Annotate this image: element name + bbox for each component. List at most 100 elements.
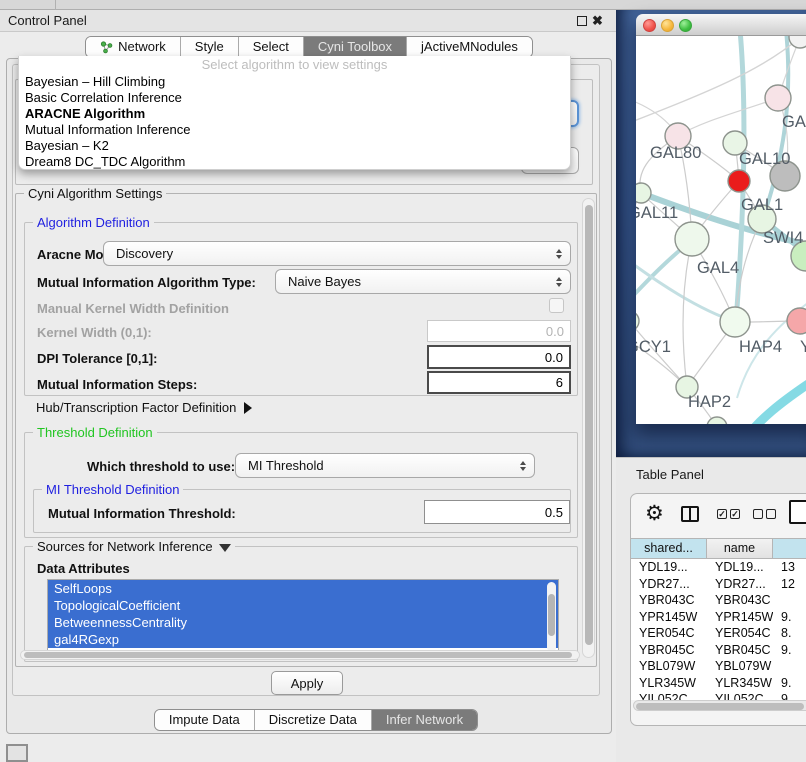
table-cell[interactable]: YER054C (631, 625, 707, 642)
close-window-icon[interactable] (643, 19, 656, 32)
hub-definition-toggle[interactable]: Hub/Transcription Factor Definition (36, 400, 252, 415)
tab-jactivemnodules-label: jActiveMNodules (421, 37, 518, 57)
column-selector-icon[interactable] (681, 506, 699, 522)
table-cell[interactable]: YIL052C (707, 691, 773, 700)
table-cell[interactable]: YBL079W (631, 658, 707, 675)
settings-vertical-scrollbar[interactable] (582, 198, 595, 658)
table-cell[interactable]: YBR043C (707, 592, 773, 609)
table-cell[interactable]: YPR145W (631, 609, 707, 626)
settings-horizontal-scrollbar[interactable] (20, 650, 580, 660)
table-cell[interactable]: YLR345W (631, 675, 707, 692)
tab-cyni-toolbox[interactable]: Cyni Toolbox (304, 37, 407, 57)
which-threshold-combobox[interactable]: MI Threshold (235, 453, 535, 478)
table-cell[interactable]: YDL19... (631, 559, 707, 576)
network-node[interactable] (728, 170, 750, 192)
table-cell[interactable]: YER054C (707, 625, 773, 642)
zoom-window-icon[interactable] (679, 19, 692, 32)
bottom-tab-discretize-data[interactable]: Discretize Data (255, 710, 372, 730)
bottom-tab-impute-data[interactable]: Impute Data (155, 710, 255, 730)
threshold-definition-group: Threshold Definition Which threshold to … (24, 432, 578, 538)
table-cell[interactable]: YDR27... (631, 576, 707, 593)
deselect-all-icon[interactable] (753, 509, 776, 519)
select-all-icon[interactable]: ✓✓ (717, 509, 740, 519)
attribute-item-topologicalcoefficient[interactable]: TopologicalCoefficient (48, 597, 558, 614)
manual-kernel-width-label: Manual Kernel Width Definition (37, 301, 229, 316)
panel-grip-button[interactable] (6, 744, 28, 762)
dropdown-item-aracne-algorithm[interactable]: ARACNE Algorithm (19, 106, 570, 122)
tab-style[interactable]: Style (181, 37, 239, 57)
aracne-mode-combobox[interactable]: Discovery (103, 241, 571, 266)
network-node-gal11[interactable] (636, 183, 651, 203)
network-node-gal[interactable] (765, 85, 791, 111)
close-panel-icon[interactable]: ✖ (592, 13, 603, 29)
table-cell[interactable]: 9 (773, 691, 806, 700)
network-node[interactable] (707, 417, 727, 424)
tab-network[interactable]: Network (86, 37, 181, 57)
table-cell[interactable]: 9. (773, 675, 806, 692)
column-header-name[interactable]: name (707, 538, 773, 559)
tab-select[interactable]: Select (239, 37, 304, 57)
table-settings-gear-icon[interactable]: ⚙ (645, 502, 664, 526)
network-node-y[interactable] (787, 308, 806, 334)
dpi-tolerance-label: DPI Tolerance [0,1]: (37, 351, 157, 366)
table-row: YPR145WYPR145W9. (631, 609, 806, 626)
table-cell[interactable]: YDR27... (707, 576, 773, 593)
dropdown-item-bayesian-hill-climbing[interactable]: Bayesian – Hill Climbing (19, 74, 570, 90)
node-label-hap4: HAP4 (739, 338, 782, 356)
mi-algorithm-type-combobox[interactable]: Naive Bayes (275, 269, 571, 294)
float-panel-icon[interactable] (577, 16, 587, 26)
table-cell[interactable]: 12 (773, 576, 806, 593)
table-cell[interactable]: YLR345W (707, 675, 773, 692)
network-node[interactable] (789, 36, 806, 48)
table-cell[interactable] (773, 658, 806, 675)
minimize-window-icon[interactable] (661, 19, 674, 32)
network-window-titlebar[interactable] (636, 14, 806, 36)
column-header-shared[interactable]: shared... (631, 538, 707, 559)
network-node-gal4[interactable] (675, 222, 709, 256)
mi-algorithm-type-label: Mutual Information Algorithm Type: (37, 275, 256, 290)
attribute-item-betweennesscentrality[interactable]: BetweennessCentrality (48, 614, 558, 631)
table-cell[interactable]: YBL079W (707, 658, 773, 675)
dropdown-item-dream8-dc-tdc-algorithm[interactable]: Dream8 DC_TDC Algorithm (19, 154, 570, 170)
export-table-icon[interactable] (789, 500, 806, 524)
table-cell[interactable]: YBR045C (707, 642, 773, 659)
attr-list-scrollbar[interactable] (547, 582, 556, 652)
dropdown-item-mutual-information-inference[interactable]: Mutual Information Inference (19, 122, 570, 138)
combo-arrows-icon (556, 249, 562, 259)
mi-threshold-label: Mutual Information Threshold: (48, 506, 236, 521)
table-cell[interactable]: YIL052C (631, 691, 707, 700)
network-node-hap4[interactable] (720, 307, 750, 337)
table-hscrollbar-thumb[interactable] (636, 703, 804, 710)
table-cell[interactable]: YBR045C (631, 642, 707, 659)
node-label-y: Y (800, 338, 806, 356)
table-row: YDL19...YDL19...13 (631, 559, 806, 576)
bottom-tab-infer-network[interactable]: Infer Network (372, 710, 477, 730)
table-cell[interactable]: 9. (773, 642, 806, 659)
mi-steps-input[interactable] (427, 371, 571, 394)
table-cell[interactable]: 13 (773, 559, 806, 576)
attr-list-scrollbar-thumb[interactable] (548, 594, 555, 636)
table-row: YBL079WYBL079W (631, 658, 806, 675)
settings-hscrollbar-thumb[interactable] (24, 652, 572, 658)
table-cell[interactable]: YDL19... (707, 559, 773, 576)
tab-jactivemnodules[interactable]: jActiveMNodules (407, 37, 532, 57)
attribute-item-gal4rgexp[interactable]: gal4RGexp (48, 631, 558, 648)
dropdown-item-basic-correlation-inference[interactable]: Basic Correlation Inference (19, 90, 570, 106)
dropdown-item-bayesian-k2[interactable]: Bayesian – K2 (19, 138, 570, 154)
apply-button[interactable]: Apply (271, 671, 343, 695)
attribute-item-selfloops[interactable]: SelfLoops (48, 580, 558, 597)
column-header-a[interactable]: A (773, 538, 806, 559)
dpi-tolerance-input[interactable] (427, 345, 571, 369)
table-cell[interactable]: 8. (773, 625, 806, 642)
network-view-window: GALGAL80GAL10GAL1GAL11GAL4SWI4GCY1HAP4YH… (636, 14, 806, 424)
network-canvas[interactable]: GALGAL80GAL10GAL1GAL11GAL4SWI4GCY1HAP4YH… (636, 36, 806, 424)
network-node-gcy1[interactable] (636, 311, 639, 331)
table-horizontal-scrollbar[interactable] (633, 700, 806, 711)
settings-scrollbar-thumb[interactable] (585, 205, 593, 645)
table-cell[interactable]: YBR043C (631, 592, 707, 609)
table-cell[interactable]: 9. (773, 609, 806, 626)
table-cell[interactable] (773, 592, 806, 609)
mi-threshold-input[interactable] (424, 500, 570, 524)
sources-group: Sources for Network Inference Data Attri… (24, 546, 578, 662)
table-cell[interactable]: YPR145W (707, 609, 773, 626)
